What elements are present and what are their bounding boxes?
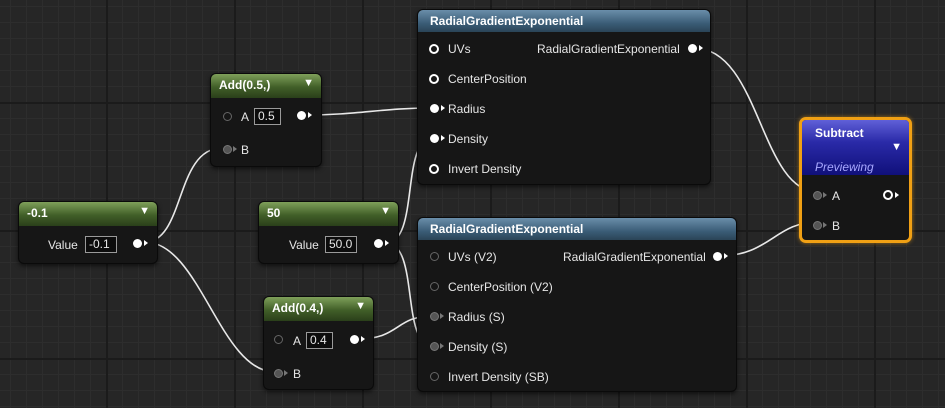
arrow-icon bbox=[308, 112, 312, 118]
subtract-node[interactable]: Subtract ▼ Previewing A B bbox=[799, 117, 912, 243]
input-label-density: Density (S) bbox=[448, 340, 508, 354]
constant-node-neg[interactable]: -0.1 ▼ Value -0.1 bbox=[18, 201, 158, 264]
chevron-down-icon[interactable]: ▼ bbox=[303, 77, 314, 89]
output-pin[interactable] bbox=[350, 335, 359, 344]
arrow-icon bbox=[361, 336, 365, 342]
input-label-centerposition: CenterPosition bbox=[448, 72, 527, 86]
arrow-icon bbox=[724, 253, 728, 259]
input-pin-invert-density[interactable] bbox=[430, 372, 439, 381]
input-pin-radius[interactable] bbox=[430, 312, 439, 321]
preview-status: Previewing bbox=[815, 160, 874, 174]
output-pin[interactable] bbox=[133, 239, 142, 248]
arrow-icon bbox=[233, 146, 237, 152]
node-header[interactable]: Add(0.5,) ▼ bbox=[211, 74, 321, 98]
a-label: A bbox=[241, 110, 250, 124]
input-pin-a[interactable] bbox=[274, 335, 283, 344]
node-header[interactable]: -0.1 ▼ bbox=[19, 202, 157, 226]
input-pin-density[interactable] bbox=[430, 342, 439, 351]
output-label: RadialGradientExponential bbox=[563, 250, 706, 264]
arrow-icon bbox=[440, 313, 444, 319]
node-header[interactable]: RadialGradientExponential bbox=[418, 10, 710, 32]
output-pin[interactable] bbox=[883, 190, 893, 200]
input-pin-centerposition[interactable] bbox=[430, 282, 439, 291]
arrow-icon bbox=[144, 240, 148, 246]
add-node-04[interactable]: Add(0.4,) ▼ A 0.4 B bbox=[263, 296, 374, 390]
arrow-icon bbox=[440, 343, 444, 349]
node-title: -0.1 bbox=[27, 206, 48, 220]
input-label-radius: Radius bbox=[448, 102, 486, 116]
input-label-invert-density: Invert Density (SB) bbox=[448, 370, 549, 384]
a-value-field[interactable]: 0.5 bbox=[254, 108, 281, 125]
radial-gradient-node-2[interactable]: RadialGradientExponential UVs (V2) Cente… bbox=[417, 217, 737, 392]
input-pin-b[interactable] bbox=[223, 145, 232, 154]
input-label-uvs: UVs (V2) bbox=[448, 250, 497, 264]
output-pin[interactable] bbox=[374, 239, 383, 248]
arrow-icon bbox=[823, 222, 827, 228]
node-title: RadialGradientExponential bbox=[430, 14, 584, 28]
input-pin-uvs[interactable] bbox=[430, 252, 439, 261]
node-title: Subtract bbox=[815, 126, 864, 140]
input-label-uvs: UVs bbox=[448, 42, 471, 56]
node-header[interactable]: 50 ▼ bbox=[259, 202, 398, 226]
chevron-down-icon[interactable]: ▼ bbox=[380, 205, 391, 217]
output-label: RadialGradientExponential bbox=[537, 42, 680, 56]
input-label-centerposition: CenterPosition (V2) bbox=[448, 280, 553, 294]
node-title: 50 bbox=[267, 206, 281, 220]
value-field[interactable]: -0.1 bbox=[85, 236, 117, 253]
input-pin-centerposition[interactable] bbox=[429, 74, 439, 84]
node-header[interactable]: Add(0.4,) ▼ bbox=[264, 297, 373, 321]
input-pin-b[interactable] bbox=[813, 221, 822, 230]
node-header[interactable]: RadialGradientExponential bbox=[418, 218, 736, 240]
input-pin-uvs[interactable] bbox=[429, 44, 439, 54]
add-node-05[interactable]: Add(0.5,) ▼ A 0.5 B bbox=[210, 73, 322, 167]
value-field[interactable]: 50.0 bbox=[325, 236, 357, 253]
arrow-icon bbox=[823, 192, 827, 198]
value-label: Value bbox=[48, 238, 78, 252]
a-label: A bbox=[293, 334, 302, 348]
output-pin[interactable] bbox=[297, 111, 306, 120]
constant-node-50[interactable]: 50 ▼ Value 50.0 bbox=[258, 201, 399, 264]
chevron-down-icon[interactable]: ▼ bbox=[891, 141, 902, 153]
input-pin-a[interactable] bbox=[223, 112, 232, 121]
b-label: B bbox=[832, 219, 841, 233]
arrow-icon bbox=[441, 135, 445, 141]
a-value-field[interactable]: 0.4 bbox=[306, 332, 333, 349]
input-label-invert-density: Invert Density bbox=[448, 162, 522, 176]
arrow-icon bbox=[284, 370, 288, 376]
output-pin[interactable] bbox=[713, 252, 722, 261]
arrow-icon bbox=[385, 240, 389, 246]
input-label-density: Density bbox=[448, 132, 489, 146]
input-pin-invert-density[interactable] bbox=[429, 164, 439, 174]
b-label: B bbox=[293, 367, 302, 381]
node-title: Add(0.5,) bbox=[219, 78, 271, 92]
input-pin-density[interactable] bbox=[430, 134, 439, 143]
value-label: Value bbox=[289, 238, 319, 252]
a-label: A bbox=[832, 189, 841, 203]
output-pin[interactable] bbox=[688, 44, 697, 53]
input-pin-radius[interactable] bbox=[430, 104, 439, 113]
arrow-icon bbox=[895, 192, 899, 198]
chevron-down-icon[interactable]: ▼ bbox=[139, 205, 150, 217]
chevron-down-icon[interactable]: ▼ bbox=[355, 300, 366, 312]
radial-gradient-node-1[interactable]: RadialGradientExponential UVs CenterPosi… bbox=[417, 9, 711, 185]
arrow-icon bbox=[699, 45, 703, 51]
input-pin-a[interactable] bbox=[813, 191, 822, 200]
node-title: RadialGradientExponential bbox=[430, 222, 584, 236]
node-title: Add(0.4,) bbox=[272, 301, 324, 315]
node-header[interactable]: Subtract ▼ Previewing bbox=[802, 120, 909, 175]
arrow-icon bbox=[441, 105, 445, 111]
b-label: B bbox=[241, 143, 250, 157]
input-pin-b[interactable] bbox=[274, 369, 283, 378]
input-label-radius: Radius (S) bbox=[448, 310, 505, 324]
